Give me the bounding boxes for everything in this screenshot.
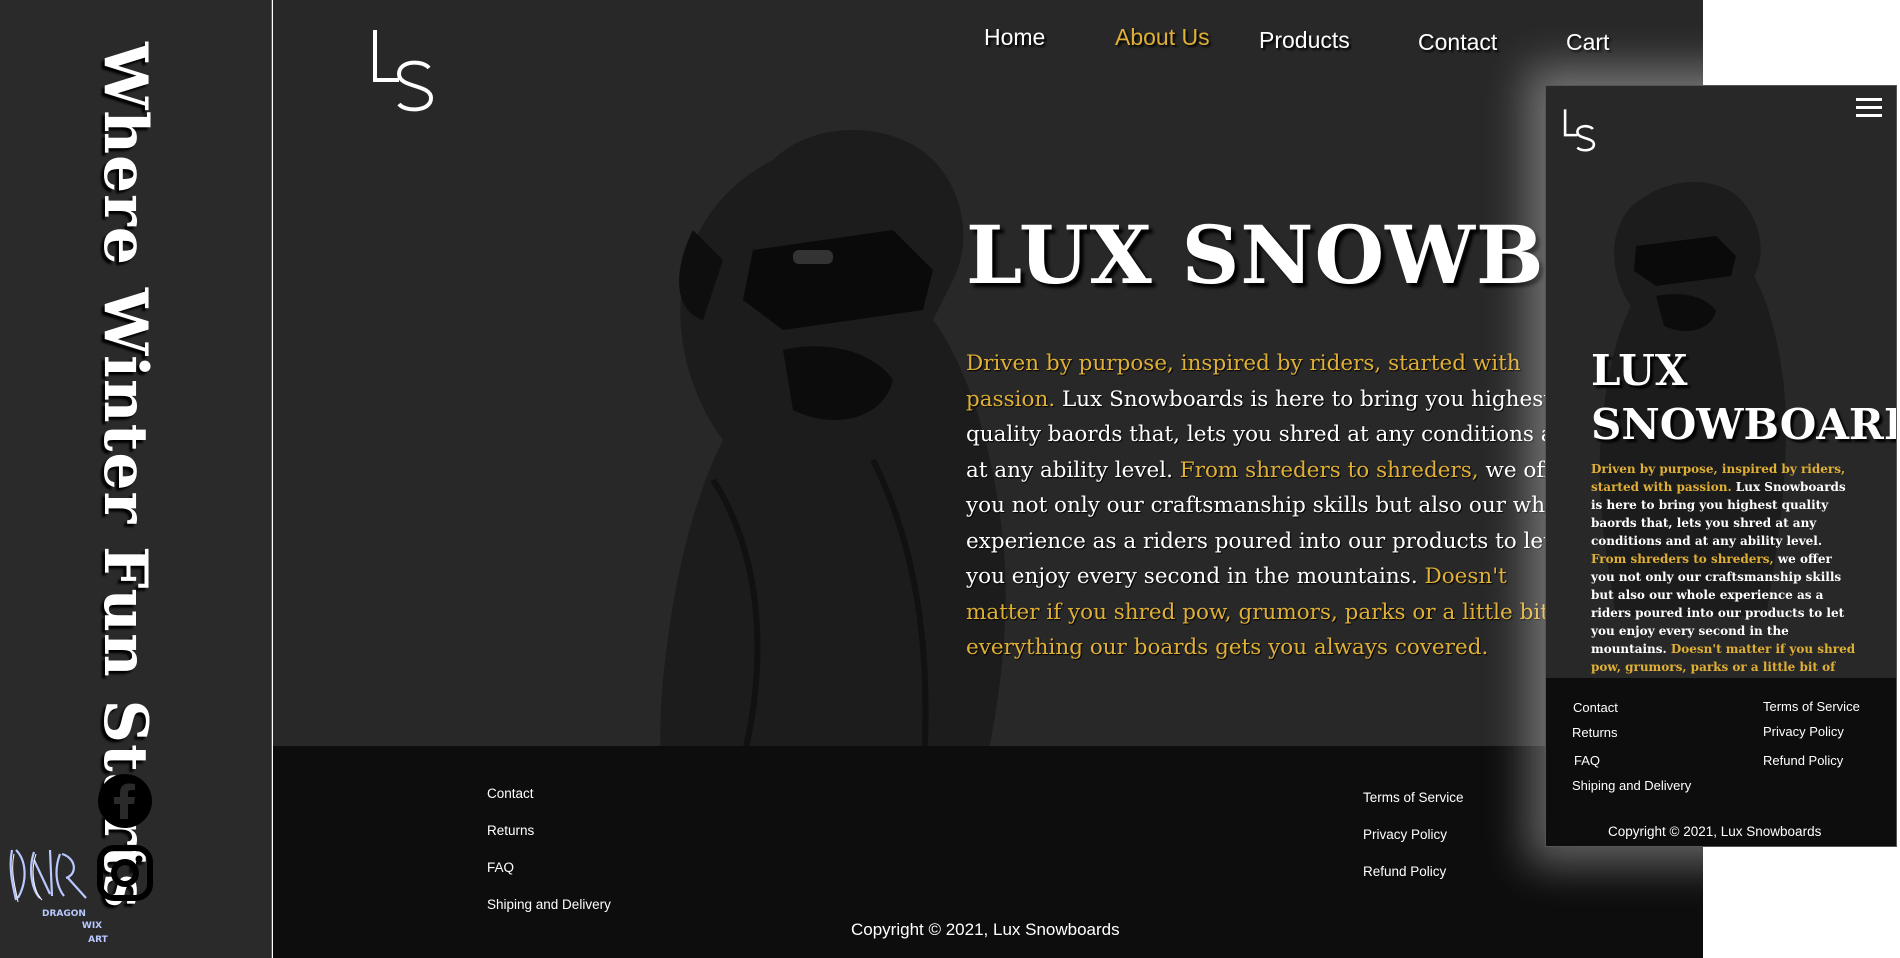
mobile-footer-link-privacy[interactable]: Privacy Policy bbox=[1763, 724, 1844, 739]
side-rail: Where Winter Fun Starts DRAGON WIX ART bbox=[0, 0, 272, 958]
mobile-footer-link-shipping[interactable]: Shiping and Delivery bbox=[1572, 778, 1691, 793]
mobile-title-line-2: SNOWBOARDS bbox=[1591, 400, 1896, 449]
brand-logo[interactable] bbox=[369, 28, 439, 112]
mobile-highlight-2: From shreders to shreders, bbox=[1591, 552, 1774, 566]
mobile-title-line-1: LUX bbox=[1591, 346, 1688, 395]
nav-about-us[interactable]: About Us bbox=[1115, 24, 1210, 51]
facebook-icon[interactable] bbox=[96, 772, 154, 830]
hamburger-menu-icon[interactable] bbox=[1856, 96, 1882, 120]
mobile-footer-link-contact[interactable]: Contact bbox=[1573, 700, 1618, 715]
mobile-footer-copyright: Copyright © 2021, Lux Snowboards bbox=[1608, 824, 1822, 839]
mobile-footer-link-returns[interactable]: Returns bbox=[1572, 725, 1618, 740]
footer-link-contact[interactable]: Contact bbox=[487, 786, 534, 801]
footer-link-privacy[interactable]: Privacy Policy bbox=[1363, 827, 1447, 842]
footer-link-refund[interactable]: Refund Policy bbox=[1363, 864, 1446, 879]
svg-text:ART: ART bbox=[88, 935, 108, 945]
mobile-footer: Contact Returns FAQ Shiping and Delivery… bbox=[1546, 678, 1896, 846]
mobile-footer-link-terms[interactable]: Terms of Service bbox=[1763, 699, 1860, 714]
nav-home[interactable]: Home bbox=[984, 24, 1045, 51]
mobile-footer-link-refund[interactable]: Refund Policy bbox=[1763, 753, 1843, 768]
nav-products[interactable]: Products bbox=[1259, 27, 1350, 54]
hero-paragraph: Driven by purpose, inspired by riders, s… bbox=[966, 346, 1586, 666]
footer-link-returns[interactable]: Returns bbox=[487, 823, 534, 838]
mobile-brand-logo[interactable] bbox=[1562, 108, 1598, 152]
desktop-page: Home About Us Products Contact Cart LUX … bbox=[273, 0, 1703, 958]
mobile-text-2: we offer you not only our craftsmanship … bbox=[1591, 552, 1845, 656]
mobile-hero-title: LUX SNOWBOARDS bbox=[1591, 344, 1896, 452]
footer: Contact Returns FAQ Shiping and Delivery… bbox=[273, 746, 1703, 958]
svg-text:WIX: WIX bbox=[82, 921, 102, 931]
mobile-hero-paragraph: Driven by purpose, inspired by riders, s… bbox=[1591, 460, 1859, 712]
nav-contact[interactable]: Contact bbox=[1418, 29, 1497, 56]
mobile-footer-link-faq[interactable]: FAQ bbox=[1574, 753, 1600, 768]
nav-cart[interactable]: Cart bbox=[1566, 29, 1609, 56]
footer-link-shipping[interactable]: Shiping and Delivery bbox=[487, 897, 611, 912]
hero-highlight-2: From shreders to shreders, bbox=[1179, 457, 1479, 483]
tagline-vertical: Where Winter Fun Starts bbox=[88, 42, 160, 909]
footer-copyright: Copyright © 2021, Lux Snowboards bbox=[851, 920, 1120, 939]
svg-text:DRAGON: DRAGON bbox=[42, 909, 86, 919]
artist-logo-icon: DRAGON WIX ART bbox=[9, 849, 109, 945]
footer-link-faq[interactable]: FAQ bbox=[487, 860, 514, 875]
footer-link-terms[interactable]: Terms of Service bbox=[1363, 790, 1464, 805]
mobile-preview: LUX SNOWBOARDS Driven by purpose, inspire… bbox=[1545, 85, 1897, 847]
